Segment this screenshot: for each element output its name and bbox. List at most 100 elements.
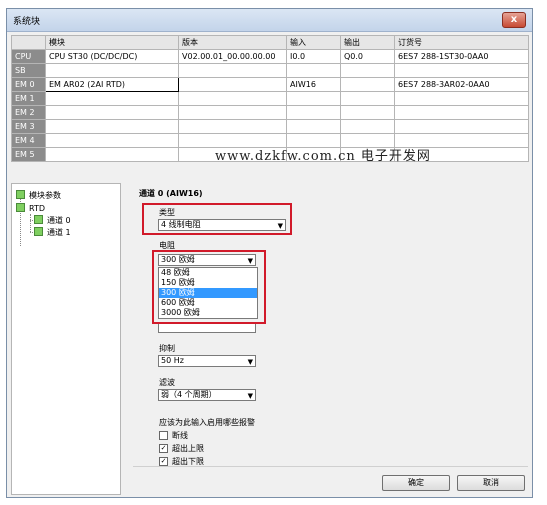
parameter-area: 模块参数 RTD 通道 0 通道 1 通道 0 (AIW16) 类型 4 线制电… [11,183,528,495]
table-row[interactable]: EM 3 [11,119,529,134]
input-cell: I0.0 [286,49,341,64]
dropdown-option-selected[interactable]: 300 欧姆 [159,288,257,298]
column-header-module: 模块 [45,35,179,50]
dropdown-option[interactable]: 3000 欧姆 [159,308,257,318]
module-cell[interactable] [45,133,179,148]
version-cell [178,63,287,78]
tree-item-label: RTD [29,204,46,213]
slot-cell: CPU [11,49,46,64]
output-cell [340,63,395,78]
output-cell [340,91,395,106]
tree-connector [30,214,31,232]
slot-cell: EM 3 [11,119,46,134]
suppress-select-value: 50 Hz [161,356,184,365]
input-cell [286,119,341,134]
cancel-button[interactable]: 取消 [457,475,525,491]
dropdown-arrow-icon: ▼ [247,392,253,400]
order-cell: 6ES7 288-3AR02-0AA0 [394,77,529,92]
slot-cell: EM 4 [11,133,46,148]
filter-label: 滤波 [159,378,175,387]
table-row[interactable]: EM 1 [11,91,529,106]
tree-item-channel-0[interactable]: 通道 0 [34,215,71,226]
alarm-label: 应该为此输入启用哪些报警 [159,418,255,427]
dropdown-arrow-icon: ▼ [247,257,253,265]
module-cell[interactable]: CPU ST30 (DC/DC/DC) [45,49,179,64]
column-header-output: 输出 [340,35,395,50]
type-label: 类型 [159,208,175,217]
alarm-label-upper-limit: 超出上限 [172,444,204,453]
resistance-select[interactable]: 300 欧姆 ▼ [158,254,256,266]
table-row[interactable]: SB [11,63,529,78]
alarm-checkbox-lower-limit[interactable]: ✓ [159,457,168,466]
dropdown-option[interactable]: 600 欧姆 [159,298,257,308]
module-cell[interactable] [45,63,179,78]
input-cell [286,91,341,106]
tree-item-label: 通道 0 [47,216,71,225]
output-cell [340,105,395,120]
module-cell[interactable] [45,119,179,134]
tree-item-module-params[interactable]: 模块参数 [16,190,61,201]
dropdown-arrow-icon: ▼ [247,358,253,366]
slot-cell: EM 5 [11,147,46,162]
order-cell [394,63,529,78]
table-row[interactable]: EM 2 [11,105,529,120]
tree-item-rtd[interactable]: RTD [16,203,45,213]
column-header-input: 输入 [286,35,341,50]
panel-title: 通道 0 (AIW16) [139,189,203,198]
table-row[interactable]: CPU CPU ST30 (DC/DC/DC) V02.00.01_00.00.… [11,49,529,64]
tree-checkbox-icon [16,190,25,199]
alarm-checkbox-upper-limit[interactable]: ✓ [159,444,168,453]
tree-item-label: 通道 1 [47,228,71,237]
slot-cell: SB [11,63,46,78]
tree-item-channel-1[interactable]: 通道 1 [34,227,71,238]
filter-select-value: 弱（4 个周期） [161,390,217,399]
filter-select[interactable]: 弱（4 个周期） ▼ [158,389,256,401]
alarm-label-wire-break: 断线 [172,431,188,440]
version-cell [178,91,287,106]
tree-checkbox-icon [34,227,43,236]
dropdown-arrow-icon: ▼ [277,222,283,230]
table-row[interactable]: EM 0 EM AR02 (2AI RTD) AIW16 6ES7 288-3A… [11,77,529,92]
slot-cell: EM 2 [11,105,46,120]
dropdown-option[interactable]: 150 欧姆 [159,278,257,288]
tree-checkbox-icon [34,215,43,224]
window-title: 系统块 [13,17,41,27]
order-cell: 6ES7 288-1ST30-0AA0 [394,49,529,64]
version-cell [178,77,287,92]
module-table: 模块 版本 输入 输出 订货号 CPU CPU ST30 (DC/DC/DC) … [11,35,529,162]
type-select-value: 4 线制电阻 [161,220,201,229]
hidden-select-remnant [158,324,256,333]
slot-cell: EM 0 [11,77,46,92]
alarm-checkbox-wire-break[interactable] [159,431,168,440]
module-cell-selected[interactable]: EM AR02 (2AI RTD) [45,77,179,92]
column-header-order: 订货号 [394,35,529,50]
ok-button[interactable]: 确定 [382,475,450,491]
input-cell [286,63,341,78]
output-cell: Q0.0 [340,49,395,64]
output-cell [340,77,395,92]
tree-item-label: 模块参数 [29,191,61,200]
table-header-row: 模块 版本 输入 输出 订货号 [11,35,529,50]
column-header [11,35,46,50]
version-cell [178,119,287,134]
type-select[interactable]: 4 线制电阻 ▼ [158,219,286,231]
tree-checkbox-icon [16,203,25,212]
module-cell[interactable] [45,147,179,162]
channel-settings-panel: 通道 0 (AIW16) 类型 4 线制电阻 ▼ 电阻 300 欧姆 ▼ 48 … [126,183,528,495]
order-cell [394,91,529,106]
module-parameter-tree: 模块参数 RTD 通道 0 通道 1 [11,183,121,495]
column-header-version: 版本 [178,35,287,50]
close-button[interactable]: x [502,12,526,28]
module-cell[interactable] [45,91,179,106]
button-separator [133,466,528,467]
dropdown-option[interactable]: 48 欧姆 [159,268,257,278]
order-cell [394,105,529,120]
system-block-window: 系统块 x 模块 版本 输入 输出 订货号 CPU CPU ST30 (DC/D… [6,8,533,498]
module-cell[interactable] [45,105,179,120]
order-cell [394,119,529,134]
suppress-select[interactable]: 50 Hz ▼ [158,355,256,367]
watermark-text: www.dzkfw.com.cn 电子开发网 [215,149,431,164]
title-bar[interactable]: 系统块 x [7,9,532,32]
input-cell [286,105,341,120]
slot-cell: EM 1 [11,91,46,106]
